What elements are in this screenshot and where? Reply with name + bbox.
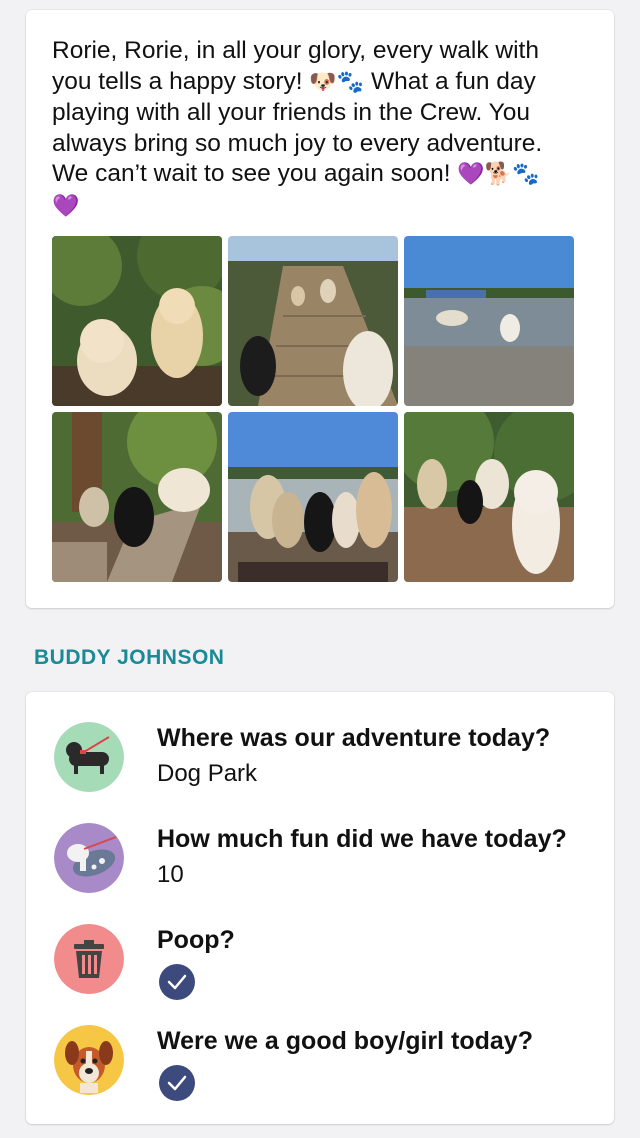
report-question: Where was our adventure today? xyxy=(157,724,551,752)
message-line: We can’t wait to see you again soon! 💜🐕🐾 xyxy=(52,159,592,191)
checkmark-icon xyxy=(159,1065,195,1101)
photo-dogs-in-lake[interactable] xyxy=(404,236,574,406)
message-text-segment: We can’t wait to see you again soon! xyxy=(52,160,458,187)
photo-two-golden-dogs[interactable] xyxy=(52,236,222,406)
report-question: How much fun did we have today? xyxy=(157,825,567,853)
message-card: Rorie, Rorie, in all your glory, every w… xyxy=(26,10,614,608)
report-question: Poop? xyxy=(157,926,235,954)
heart-dog-paw-emoji: 💜🐕🐾 xyxy=(457,162,540,187)
photo-dogs-on-log[interactable] xyxy=(52,412,222,582)
report-answer: 10 xyxy=(157,861,184,888)
report-question: Were we a good boy/girl today? xyxy=(157,1027,533,1055)
dog-paw-emoji: 🐶🐾 xyxy=(309,69,365,95)
message-text-segment: you tells a happy story! xyxy=(52,67,310,95)
message-line: Rorie, Rorie, in all your glory, every w… xyxy=(52,37,539,64)
message-text: Rorie, Rorie, in all your glory, every w… xyxy=(52,36,592,222)
message-line: playing with all your friends in the Cre… xyxy=(52,99,531,126)
message-text-segment: What a fun day xyxy=(364,67,536,95)
dog-face-icon xyxy=(54,1025,124,1095)
owner-name: BUDDY JOHNSON xyxy=(34,646,225,669)
report-item-adventure: Where was our adventure today? Dog Park xyxy=(26,692,614,792)
message-line: you tells a happy story! 🐶🐾 What a fun d… xyxy=(52,67,592,99)
trash-can-icon xyxy=(54,924,124,994)
running-dog-icon xyxy=(54,823,124,893)
message-line: always bring so much joy to every advent… xyxy=(52,129,543,157)
photo-grid xyxy=(52,236,574,582)
walk-report-card: Where was our adventure today? Dog Park … xyxy=(26,692,614,1124)
report-item-good-dog: Were we a good boy/girl today? xyxy=(26,995,614,1101)
photo-forest-trail[interactable] xyxy=(404,412,574,582)
purple-heart-emoji: 💜 xyxy=(52,193,80,219)
report-item-fun: How much fun did we have today? 10 xyxy=(26,793,614,893)
photo-wooden-dock[interactable] xyxy=(228,236,398,406)
report-answer: Dog Park xyxy=(157,760,258,787)
report-item-poop: Poop? xyxy=(26,894,614,1000)
message-line: 💜 xyxy=(52,191,592,223)
photo-doodle-group[interactable] xyxy=(228,412,398,582)
dachshund-icon xyxy=(54,722,124,792)
